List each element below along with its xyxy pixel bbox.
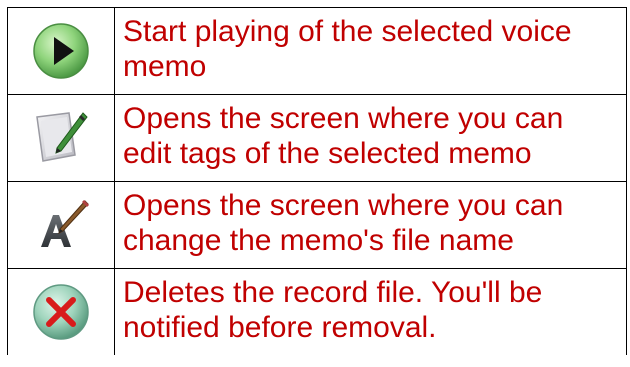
icon-cell-edit-tags [7, 94, 115, 182]
edit-tags-icon [36, 112, 88, 162]
icon-cell-play [7, 7, 115, 95]
play-icon [33, 23, 89, 79]
description-edit-tags: Opens the screen where you can edit tags… [114, 94, 627, 182]
legend-row-edit-tags: Opens the screen where you can edit tags… [7, 94, 627, 182]
description-play: Start playing of the selected voice memo [114, 7, 627, 95]
delete-icon [33, 284, 89, 340]
legend-row-play: Start playing of the selected voice memo [7, 7, 627, 95]
legend-row-delete: Deletes the record file. You'll be notif… [7, 268, 627, 355]
icon-cell-delete [7, 268, 115, 355]
icon-cell-rename [7, 181, 115, 269]
description-delete: Deletes the record file. You'll be notif… [114, 268, 627, 355]
rename-icon [41, 200, 89, 247]
legend-row-rename: Opens the screen where you can change th… [7, 181, 627, 269]
description-rename: Opens the screen where you can change th… [114, 181, 627, 269]
icon-legend-table: Start playing of the selected voice memo… [7, 7, 627, 355]
